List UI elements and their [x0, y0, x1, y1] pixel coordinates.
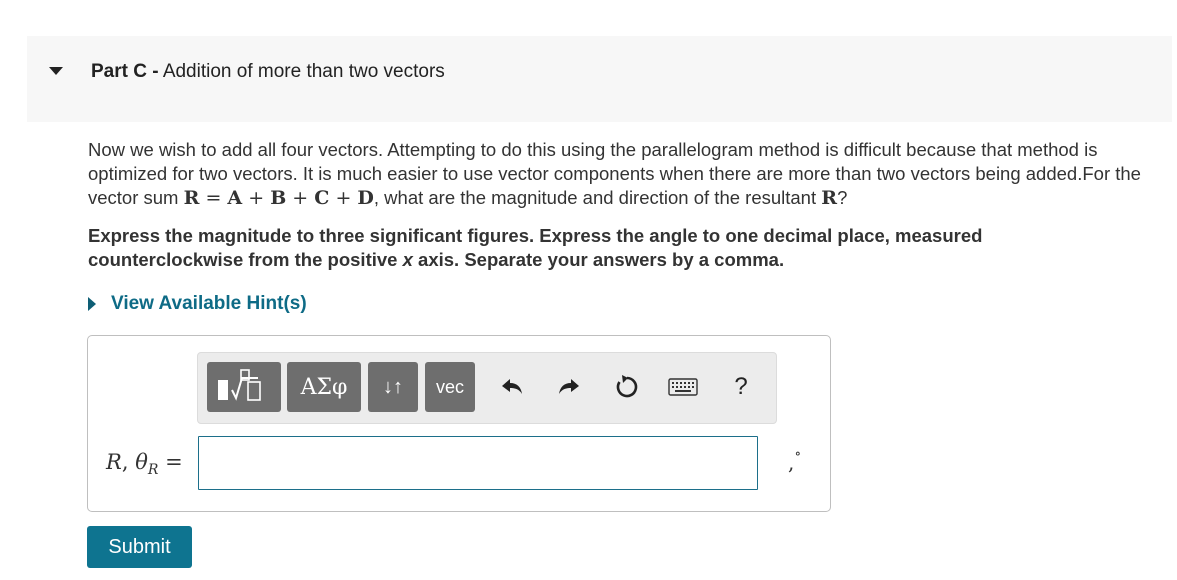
view-hints-link[interactable]: View Available Hint(s) — [88, 293, 307, 315]
reset-icon — [616, 375, 638, 398]
part-title-text: Addition of more than two vectors — [162, 61, 445, 82]
equals-sign: = — [205, 187, 222, 209]
part-label: Part C - — [91, 61, 159, 82]
view-hints-label: View Available Hint(s) — [111, 293, 307, 314]
degree-symbol: ∘ — [794, 446, 802, 462]
plus-sign: + — [248, 187, 265, 209]
answer-unit-suffix: ,∘ — [788, 446, 802, 475]
vector-c: C — [314, 187, 330, 209]
vector-b: B — [270, 187, 287, 209]
templates-button[interactable] — [207, 362, 281, 412]
hint-caret-icon — [88, 297, 96, 311]
keyboard-icon — [668, 378, 698, 396]
answer-instructions: Express the magnitude to three significa… — [88, 225, 983, 270]
vector-icon: vec — [435, 376, 464, 397]
problem-text-3: ? — [837, 187, 848, 208]
submit-button[interactable]: Submit — [87, 526, 192, 568]
greek-letters-icon: ΑΣφ — [300, 374, 348, 400]
redo-button[interactable] — [551, 368, 587, 406]
plus-sign: + — [292, 187, 309, 209]
part-title: Part C - Addition of more than two vecto… — [91, 61, 445, 83]
axis-variable: x — [402, 249, 413, 270]
plus-sign: + — [335, 187, 352, 209]
redo-icon — [559, 379, 579, 394]
undo-button[interactable] — [494, 368, 530, 406]
answer-box: ΑΣφ ↓↑ vec ? R, θR = ,∘ — [87, 335, 831, 512]
answer-label: R, θR = — [106, 450, 183, 479]
collapse-caret-icon[interactable] — [49, 67, 63, 75]
answer-input[interactable] — [198, 436, 758, 490]
problem-text: Now we wish to add all four vectors. Att… — [88, 138, 1173, 210]
part-header: Part C - Addition of more than two vecto… — [27, 36, 1172, 122]
subscript-superscript-icon: ↓↑ — [383, 375, 403, 398]
vector-r: R — [183, 187, 200, 209]
subscript-superscript-button[interactable]: ↓↑ — [368, 362, 418, 412]
keyboard-button[interactable] — [665, 368, 701, 406]
greek-letters-button[interactable]: ΑΣφ — [287, 362, 361, 412]
vector-resultant: R — [821, 187, 838, 209]
problem-text-2: , what are the magnitude and direction o… — [373, 187, 822, 208]
math-toolbar: ΑΣφ ↓↑ vec ? — [197, 352, 777, 424]
undo-icon — [502, 379, 522, 394]
templates-icon — [218, 369, 261, 401]
vector-a: A — [227, 187, 243, 209]
reset-button[interactable] — [609, 368, 645, 406]
help-icon: ? — [734, 373, 748, 400]
help-button[interactable]: ? — [723, 368, 759, 406]
vector-button[interactable]: vec — [425, 362, 475, 412]
vector-d: D — [357, 187, 374, 209]
